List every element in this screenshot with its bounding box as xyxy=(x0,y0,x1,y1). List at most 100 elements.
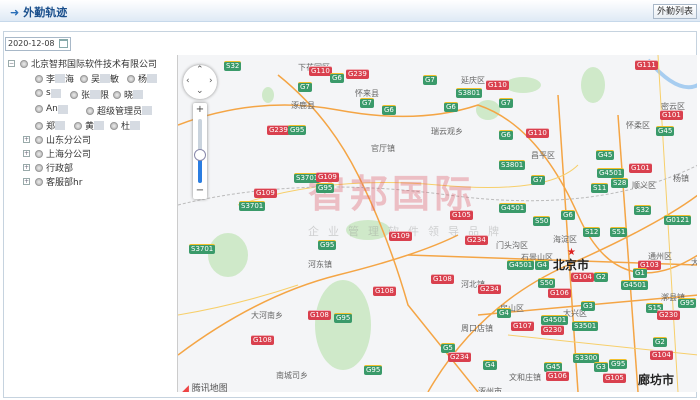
highway-shield: S51 xyxy=(610,227,628,237)
zoom-out-icon[interactable]: − xyxy=(193,185,207,196)
pan-right-icon[interactable]: › xyxy=(209,76,213,86)
zoom-slider-handle[interactable] xyxy=(194,149,206,161)
radio-icon[interactable] xyxy=(35,121,43,130)
highway-shield: G4 xyxy=(535,260,549,270)
pan-left-icon[interactable]: ‹ xyxy=(186,76,190,86)
map-view[interactable]: 智邦国际 企业管理软件领导品牌 ⌃ ⌄ ‹ › + − ◢ 腾讯地图 下花园区怀… xyxy=(177,55,697,392)
map-place-label: 涿州市 xyxy=(478,387,502,392)
map-place-label: 周口店镇 xyxy=(461,324,493,333)
blurred-name xyxy=(100,74,111,83)
highway-shield: G95 xyxy=(609,359,628,369)
map-place-label: 南城司乡 xyxy=(276,371,308,380)
tree-node-branch[interactable]: + 山东分公司 xyxy=(23,133,91,146)
highway-shield: G4 xyxy=(483,360,497,370)
expand-icon[interactable]: + xyxy=(23,178,30,185)
pan-up-icon[interactable]: ⌃ xyxy=(196,65,204,75)
blurred-name xyxy=(133,90,144,99)
radio-icon[interactable] xyxy=(35,89,43,97)
date-input[interactable]: 2020-12-08 xyxy=(5,37,71,51)
page-header: ➜ 外勤轨迹 外勤列表 xyxy=(0,0,700,22)
radio-icon[interactable] xyxy=(86,106,94,115)
tree-node-user[interactable]: An xyxy=(35,104,68,114)
map-place-label: 文和庄镇 xyxy=(509,373,541,382)
radio-icon[interactable] xyxy=(35,135,43,144)
highway-shield: G104 xyxy=(650,350,673,360)
highway-shield: S3501 xyxy=(572,321,599,331)
tree-node-user[interactable]: 超级管理员 xyxy=(86,104,153,117)
radio-icon[interactable] xyxy=(127,74,135,83)
arrow-right-icon: ➜ xyxy=(10,6,20,19)
radio-icon[interactable] xyxy=(80,74,88,83)
highway-shield: G109 xyxy=(254,188,277,198)
highway-shield: G110 xyxy=(526,128,549,138)
radio-icon[interactable] xyxy=(35,177,43,186)
highway-shield: G105 xyxy=(603,373,626,383)
highway-shield: G108 xyxy=(251,335,274,345)
highway-shield: G95 xyxy=(678,298,697,308)
highway-shield: G6 xyxy=(499,130,513,140)
highway-shield: G234 xyxy=(478,284,501,294)
radio-icon[interactable] xyxy=(35,105,43,113)
tree-node-user[interactable]: 李海 xyxy=(35,72,74,85)
highway-shield: G1 xyxy=(633,268,647,278)
highway-shield: G7 xyxy=(499,98,513,108)
radio-icon[interactable] xyxy=(113,90,121,99)
tree-node-root[interactable]: − 北京智邦国际软件技术有限公司 xyxy=(8,57,157,70)
radio-icon[interactable] xyxy=(74,121,82,130)
zoom-in-icon[interactable]: + xyxy=(193,104,207,115)
blurred-name xyxy=(55,121,66,130)
highway-shield: S32 xyxy=(634,205,652,215)
map-place-label: 杨镇 xyxy=(673,174,689,183)
radio-icon[interactable] xyxy=(35,74,43,83)
pan-control[interactable]: ⌃ ⌄ ‹ › xyxy=(183,65,217,99)
tree-node-user[interactable]: s xyxy=(35,88,61,98)
field-work-list-button[interactable]: 外勤列表 xyxy=(652,4,697,19)
zoom-control[interactable]: + − xyxy=(193,103,207,199)
highway-shield: S3701 xyxy=(189,244,216,254)
tree-node-user[interactable]: 黄 xyxy=(74,119,105,132)
collapse-icon[interactable]: − xyxy=(8,60,15,67)
map-place-label: 大河南乡 xyxy=(251,311,283,320)
radio-icon[interactable] xyxy=(35,149,43,158)
highway-shield: G6 xyxy=(561,210,575,220)
radio-icon[interactable] xyxy=(35,163,43,172)
radio-icon[interactable] xyxy=(20,59,28,68)
highway-shield: G95 xyxy=(288,125,307,135)
highway-shield: G95 xyxy=(334,313,353,323)
radio-icon[interactable] xyxy=(70,90,78,99)
highway-shield: G101 xyxy=(660,110,683,120)
tree-node-user[interactable]: 郑 xyxy=(35,119,66,132)
expand-icon[interactable]: + xyxy=(23,136,30,143)
tree-node-user[interactable]: 杨 xyxy=(127,72,158,85)
expand-icon[interactable]: + xyxy=(23,164,30,171)
tree-node-branch[interactable]: + 客服部hr xyxy=(23,175,82,188)
highway-shield: S50 xyxy=(538,278,556,288)
map-place-label: 廊坊市 xyxy=(638,373,675,387)
highway-shield: G2 xyxy=(594,272,608,282)
highway-shield: G4 xyxy=(497,308,511,318)
highway-shield: G7 xyxy=(423,75,437,85)
tree-node-user[interactable]: 杜 xyxy=(110,119,141,132)
highway-shield: G110 xyxy=(486,80,509,90)
tree-node-user[interactable]: 张限 xyxy=(70,88,109,101)
highway-shield: G45 xyxy=(596,150,615,160)
blurred-name xyxy=(94,121,105,130)
highway-shield: G234 xyxy=(465,235,488,245)
blurred-name xyxy=(50,88,61,98)
pan-down-icon[interactable]: ⌄ xyxy=(196,86,204,96)
highway-shield: G110 xyxy=(309,66,332,76)
highway-shield: G106 xyxy=(546,371,569,381)
highway-shield: G109 xyxy=(316,172,339,182)
highway-shield: S3801 xyxy=(499,160,526,170)
tree-node-branch[interactable]: + 上海分公司 xyxy=(23,147,91,160)
expand-icon[interactable]: + xyxy=(23,150,30,157)
radio-icon[interactable] xyxy=(110,121,118,130)
blurred-name xyxy=(130,121,141,130)
highway-shield: G108 xyxy=(431,274,454,284)
highway-shield: S12 xyxy=(583,227,601,237)
map-place-label: 北京市 xyxy=(553,258,590,272)
tree-node-branch[interactable]: + 行政部 xyxy=(23,161,73,174)
calendar-icon[interactable] xyxy=(59,39,68,48)
tree-node-user[interactable]: 晓 xyxy=(113,88,144,101)
tree-node-user[interactable]: 吴敏 xyxy=(80,72,119,85)
